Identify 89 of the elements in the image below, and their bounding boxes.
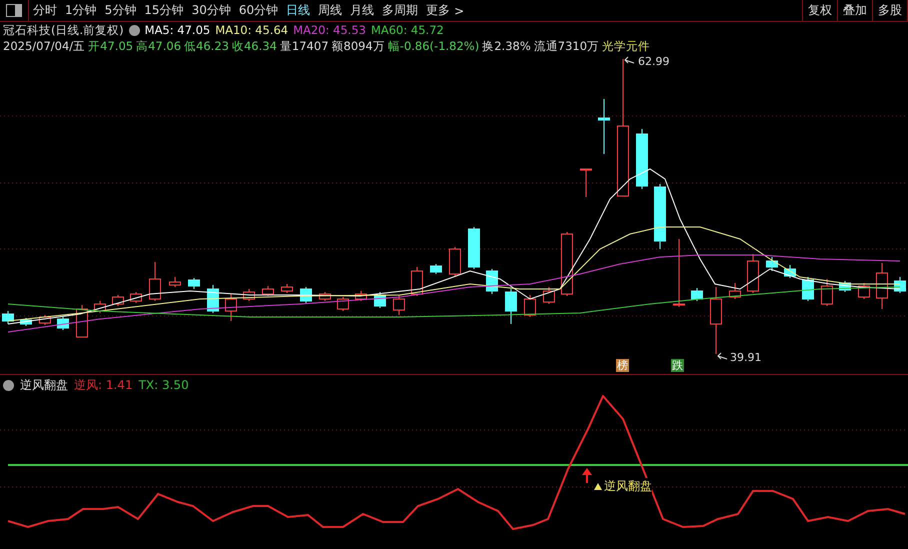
signal-label: 逆风翻盘 [604, 478, 652, 495]
candlestick [710, 286, 722, 354]
candlestick [225, 294, 237, 322]
quote-item: 收46.34 [232, 38, 277, 54]
candlestick [130, 292, 142, 304]
period-tab[interactable]: 分时 [29, 2, 61, 19]
dropdown-icon[interactable] [3, 380, 14, 390]
period-tab[interactable]: 月线 [346, 2, 378, 19]
candlestick [393, 294, 405, 316]
signal-tag: 跌 [671, 359, 684, 372]
candlestick [355, 290, 367, 302]
candlestick [449, 246, 461, 276]
candlestick [337, 296, 349, 312]
period-tab[interactable]: 30分钟 [188, 2, 235, 19]
candlestick [894, 276, 906, 294]
candlestick [505, 288, 517, 324]
candlestick [411, 266, 423, 296]
quote-item: 流通7310万 [534, 38, 600, 54]
candlestick [821, 278, 833, 306]
period-tab[interactable]: 15分钟 [140, 2, 188, 19]
quote-item: 低46.23 [184, 38, 229, 54]
chevron-right-icon[interactable]: > [454, 4, 464, 18]
candlestick [561, 232, 573, 296]
toolbar-button[interactable]: 叠加 [837, 0, 872, 21]
pointer-arrow-icon [624, 56, 634, 64]
candlestick [243, 288, 255, 302]
candlestick [262, 286, 274, 296]
pointer-arrow-icon [717, 352, 728, 360]
candlestick [430, 264, 442, 274]
quote-item: 换2.38% [482, 38, 531, 54]
candlestick [2, 310, 14, 324]
quote-item: 幅-0.86(-1.82%) [388, 38, 480, 54]
candlestick [149, 262, 161, 302]
candlestick [784, 264, 796, 278]
quote-item: 光学元件 [602, 38, 650, 54]
dropdown-icon[interactable] [128, 24, 140, 36]
candlestick [188, 278, 200, 290]
more-menu[interactable]: 更多 [426, 2, 450, 19]
period-tab[interactable]: 日线 [282, 2, 314, 19]
ma-value: MA5: 47.05 [144, 23, 210, 37]
candlestick [112, 294, 124, 306]
candlestick [580, 168, 592, 198]
candlestick [94, 300, 106, 314]
ma-value: MA10: 45.64 [215, 23, 288, 37]
period-tab[interactable]: 周线 [314, 2, 346, 19]
candlestick [598, 98, 610, 154]
candlestick [281, 284, 293, 294]
candlestick [691, 288, 703, 302]
candlestick [636, 128, 648, 190]
period-tab[interactable]: 1分钟 [61, 2, 101, 19]
candlestick [20, 318, 32, 326]
candlestick [543, 286, 555, 304]
candlestick [766, 256, 778, 272]
candlestick [654, 184, 666, 250]
indicator-value: TX: 3.50 [138, 378, 189, 392]
indicator-value: 逆风: 1.41 [74, 376, 133, 394]
ma-value: MA60: 45.72 [370, 23, 444, 37]
candlestick [374, 292, 386, 308]
quote-item: 高47.06 [136, 38, 182, 54]
low-price-label: 39.91 [730, 351, 762, 364]
candlestick [876, 262, 888, 310]
quote-item: 开47.05 [88, 38, 134, 54]
candlestick [747, 254, 759, 294]
candlestick [39, 314, 51, 326]
period-tab[interactable]: 5分钟 [100, 2, 140, 19]
candlestick [673, 238, 685, 308]
period-tab[interactable]: 60分钟 [234, 2, 282, 19]
period-tab[interactable]: 多周期 [378, 2, 422, 19]
ma-value: MA20: 45.53 [293, 23, 366, 37]
candlestick [858, 282, 870, 300]
candlestick [729, 282, 741, 300]
candlestick [169, 276, 181, 288]
high-price-label: 62.99 [638, 55, 670, 68]
candlestick [802, 276, 814, 302]
candlestick [57, 316, 69, 330]
panel-toggle-icon[interactable] [6, 4, 22, 17]
candlestick [839, 280, 851, 292]
signal-tag: 榜 [616, 359, 629, 372]
candlestick [486, 268, 498, 294]
candlestick [468, 226, 480, 270]
candlestick [319, 292, 331, 302]
quote-item: 量17407 [280, 38, 329, 54]
stock-title: 冠石科技(日线.前复权) [3, 22, 124, 38]
toolbar-button[interactable]: 复权 [802, 0, 837, 21]
indicator-name: 逆风翻盘 [20, 376, 68, 394]
up-arrow-icon [582, 468, 592, 483]
quote-date: 2025/07/04/五 [3, 38, 86, 54]
quote-item: 额8094万 [332, 38, 385, 54]
candlestick [524, 294, 536, 318]
